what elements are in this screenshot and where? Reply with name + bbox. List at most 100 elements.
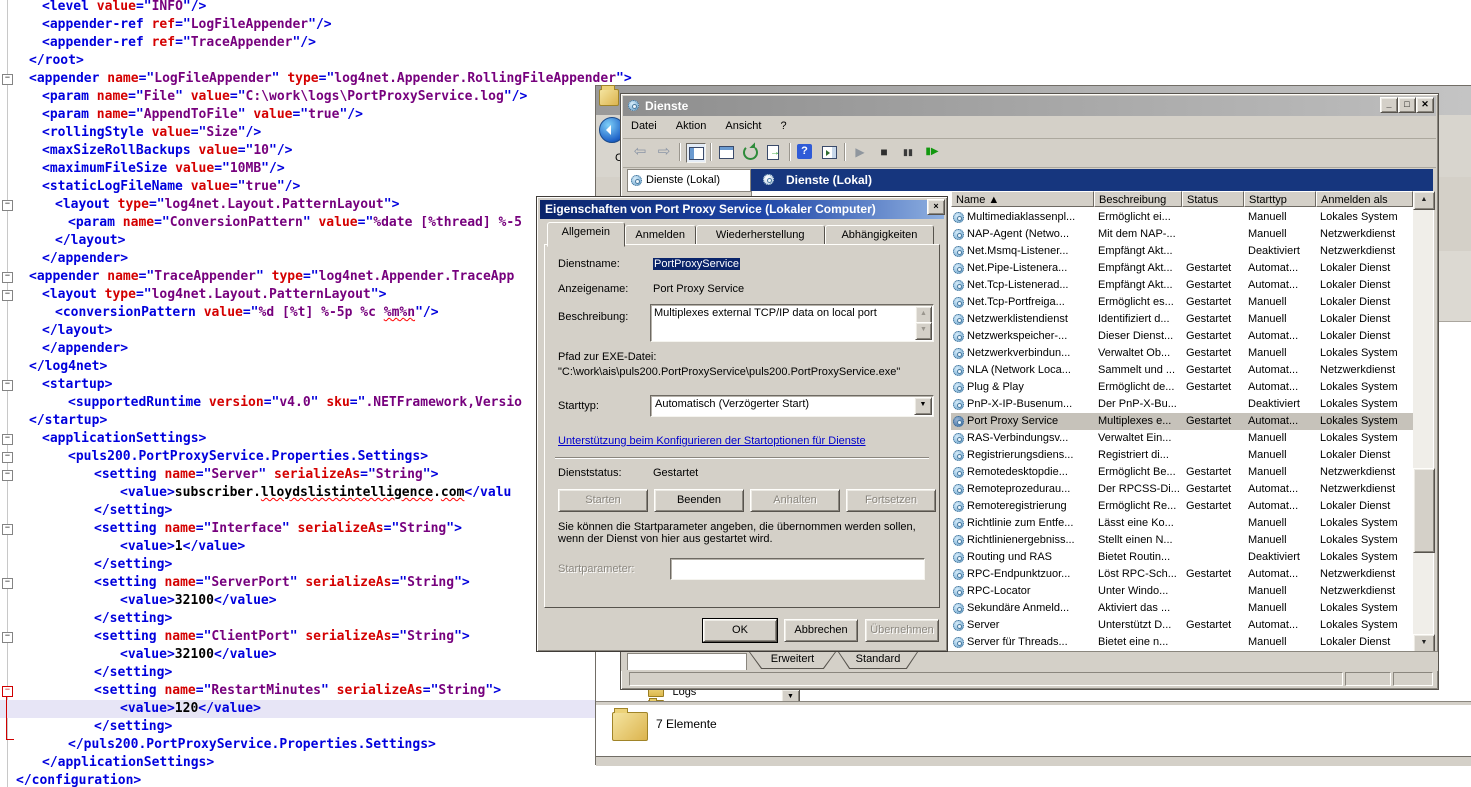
cell: Verwaltet Ein... xyxy=(1098,430,1180,447)
service-row[interactable]: Server für Threads...Bietet eine n...Man… xyxy=(951,634,1413,651)
service-row[interactable]: Net.Msmq-Listener...Empfängt Akt...Deakt… xyxy=(951,243,1413,260)
services-scrollbar[interactable]: ▲ ▼ xyxy=(1413,191,1433,651)
close-button[interactable]: ✕ xyxy=(1416,97,1434,113)
export-icon[interactable] xyxy=(765,143,783,161)
menu-datei[interactable]: Datei xyxy=(623,117,665,132)
fold-marker-icon[interactable]: − xyxy=(2,632,13,643)
dialog-close-button[interactable]: × xyxy=(927,199,945,215)
cell: Port Proxy Service xyxy=(967,413,1092,430)
start-service-button[interactable]: Starten xyxy=(558,489,648,512)
service-row[interactable]: Remotedesktopdie...Ermöglicht Be...Gesta… xyxy=(951,464,1413,481)
fold-marker-icon[interactable]: − xyxy=(2,524,13,535)
service-row[interactable]: RPC-LocatorUnter Windo...ManuellNetzwerk… xyxy=(951,583,1413,600)
scroll-up-button[interactable]: ▲ xyxy=(1413,191,1435,210)
code-line: <value>1</value> xyxy=(0,538,596,556)
stop-icon[interactable]: ■ xyxy=(875,143,893,161)
dialog-titlebar[interactable]: Eigenschaften von Port Proxy Service (Lo… xyxy=(540,200,944,219)
resume-service-button[interactable]: Fortsetzen xyxy=(846,489,936,512)
cell: Aktiviert das ... xyxy=(1098,600,1180,617)
service-row[interactable]: Netzwerkspeicher-...Dieser Dienst...Gest… xyxy=(951,328,1413,345)
column-header-name[interactable]: Name ▲ xyxy=(951,191,1094,207)
service-row[interactable]: NetzwerklistendienstIdentifiziert d...Ge… xyxy=(951,311,1413,328)
service-row[interactable]: RAS-Verbindungsv...Verwaltet Ein...Manue… xyxy=(951,430,1413,447)
services-titlebar[interactable]: Dienste xyxy=(623,96,1436,116)
action-pane-icon[interactable] xyxy=(820,143,838,161)
maximize-button[interactable]: □ xyxy=(1398,97,1416,113)
start-params-input[interactable] xyxy=(670,558,925,580)
cell: Gestartet xyxy=(1186,345,1242,362)
fold-marker-icon[interactable]: − xyxy=(2,200,13,211)
fold-marker-icon[interactable]: − xyxy=(2,380,13,391)
list-icon[interactable] xyxy=(717,143,735,161)
view-tab-standard[interactable]: Standard xyxy=(838,652,918,669)
play-icon[interactable]: ▶ xyxy=(851,143,869,161)
description-scroll-down-icon[interactable]: ▼ xyxy=(915,322,932,340)
console-tree-icon[interactable] xyxy=(686,143,706,163)
service-row[interactable]: Sekundäre Anmeld...Aktiviert das ...Manu… xyxy=(951,600,1413,617)
service-row[interactable]: Plug & PlayErmöglicht de...GestartetAuto… xyxy=(951,379,1413,396)
fold-marker-icon[interactable]: − xyxy=(2,434,13,445)
apply-button[interactable]: Übernehmen xyxy=(865,619,939,642)
combobox-dropdown-icon[interactable]: ▼ xyxy=(914,397,932,415)
column-header-anmelden-als[interactable]: Anmelden als xyxy=(1316,191,1413,207)
service-row[interactable]: ServerUnterstützt D...GestartetAutomat..… xyxy=(951,617,1413,634)
service-row[interactable]: Net.Tcp-Listenerad...Empfängt Akt...Gest… xyxy=(951,277,1413,294)
menu-aktion[interactable]: Aktion xyxy=(668,117,715,132)
service-row[interactable]: Registrierungsdiens...Registriert di...M… xyxy=(951,447,1413,464)
menu-ansicht[interactable]: Ansicht xyxy=(717,117,769,132)
service-row[interactable]: Routing und RASBietet Routin...Deaktivie… xyxy=(951,549,1413,566)
help-icon[interactable]: ? xyxy=(796,143,814,161)
back-icon[interactable]: ⇦ xyxy=(631,143,649,161)
service-row[interactable]: RemoteregistrierungErmöglicht Re...Gesta… xyxy=(951,498,1413,515)
service-row[interactable]: Net.Pipe-Listenera...Empfängt Akt...Gest… xyxy=(951,260,1413,277)
code-line: <startup> xyxy=(0,376,596,394)
column-header-starttyp[interactable]: Starttyp xyxy=(1244,191,1316,207)
pause-icon[interactable]: ▮▮ xyxy=(899,143,917,161)
pause-service-button[interactable]: Anhalten xyxy=(750,489,840,512)
description-textbox[interactable]: Multiplexes external TCP/IP data on loca… xyxy=(650,304,934,342)
forward-icon[interactable]: ⇨ xyxy=(655,143,673,161)
ok-button[interactable]: OK xyxy=(703,619,777,642)
service-row[interactable]: Richtlinienergebniss...Stellt einen N...… xyxy=(951,532,1413,549)
startup-options-help-link[interactable]: Unterstützung beim Konfigurieren der Sta… xyxy=(558,435,866,447)
service-row[interactable]: Port Proxy ServiceMultiplexes e...Gestar… xyxy=(951,413,1413,430)
service-row[interactable]: NAP-Agent (Netwo...Mit dem NAP-...Manuel… xyxy=(951,226,1413,243)
cell xyxy=(1186,243,1242,260)
fold-marker-icon[interactable]: − xyxy=(2,272,13,283)
view-tab-erweitert[interactable]: Erweitert xyxy=(749,652,836,669)
scroll-thumb[interactable] xyxy=(1413,468,1435,553)
service-row[interactable]: NLA (Network Loca...Sammelt und ...Gesta… xyxy=(951,362,1413,379)
service-row[interactable]: Net.Tcp-Portfreiga...Ermöglicht es...Ges… xyxy=(951,294,1413,311)
column-header-beschreibung[interactable]: Beschreibung xyxy=(1094,191,1182,207)
service-row[interactable]: Remoteprozedurau...Der RPCSS-Di...Gestar… xyxy=(951,481,1413,498)
scope-pane-item[interactable]: Dienste (Lokal) xyxy=(627,169,751,192)
stop-service-button[interactable]: Beenden xyxy=(654,489,744,512)
column-header-status[interactable]: Status xyxy=(1182,191,1244,207)
menu-hilfe[interactable]: ? xyxy=(773,117,795,132)
service-name-value[interactable]: PortProxyService xyxy=(653,258,740,270)
fold-marker-icon[interactable]: − xyxy=(2,290,13,301)
dialog-tab-wiederherstellung[interactable]: Wiederherstellung xyxy=(696,225,825,246)
service-row[interactable]: RPC-Endpunktzuor...Löst RPC-Sch...Gestar… xyxy=(951,566,1413,583)
cell: Manuell xyxy=(1248,430,1314,447)
service-row[interactable]: Netzwerkverbindun...Verwaltet Ob...Gesta… xyxy=(951,345,1413,362)
dialog-tab-anmelden[interactable]: Anmelden xyxy=(625,225,696,246)
restart-icon[interactable]: ▮▶ xyxy=(923,143,941,161)
cancel-button[interactable]: Abbrechen xyxy=(784,619,858,642)
dialog-tab-allgemein[interactable]: Allgemein xyxy=(547,222,625,247)
minimize-button[interactable]: _ xyxy=(1380,97,1398,113)
startup-type-combobox[interactable]: Automatisch (Verzögerter Start) ▼ xyxy=(650,395,934,417)
service-row[interactable]: Multimediaklassenpl...Ermöglicht ei...Ma… xyxy=(951,209,1413,226)
fold-marker-icon[interactable]: − xyxy=(2,578,13,589)
cell: Der PnP-X-Bu... xyxy=(1098,396,1180,413)
fold-marker-icon[interactable]: − xyxy=(2,686,13,697)
refresh-icon[interactable] xyxy=(741,143,759,161)
fold-marker-icon[interactable]: − xyxy=(2,74,13,85)
cell: Deaktiviert xyxy=(1248,396,1314,413)
fold-marker-icon[interactable]: − xyxy=(2,452,13,463)
fold-marker-icon[interactable]: − xyxy=(2,470,13,481)
service-gear-icon xyxy=(953,416,964,427)
service-row[interactable]: Richtlinie zum Entfe...Lässt eine Ko...M… xyxy=(951,515,1413,532)
dialog-tab-abhangigkeiten[interactable]: Abhängigkeiten xyxy=(825,225,935,246)
service-row[interactable]: PnP-X-IP-Busenum...Der PnP-X-Bu...Deakti… xyxy=(951,396,1413,413)
